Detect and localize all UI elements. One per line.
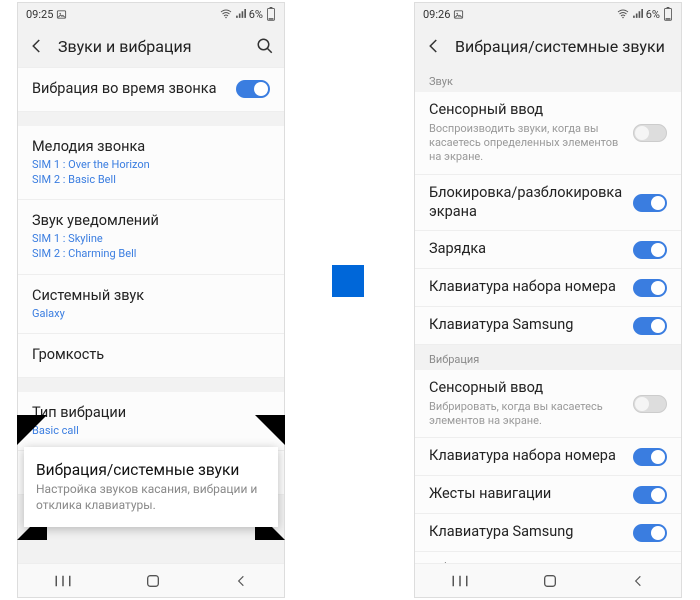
decoration — [255, 415, 285, 445]
toggle-dialpad-vibration[interactable] — [633, 448, 667, 466]
app-bar: Звуки и вибрация — [18, 25, 284, 67]
status-bar: 09:25 6% — [18, 3, 284, 25]
label: Громкость — [32, 346, 270, 365]
battery-icon — [266, 7, 276, 21]
description: Воспроизводить звуки, когда вы касаетесь… — [429, 122, 633, 165]
nav-bar — [415, 563, 681, 597]
label: Жесты навигации — [429, 485, 633, 504]
label: Сенсорный ввод — [429, 101, 633, 120]
section-vibration: Вибрация — [415, 345, 681, 370]
status-time: 09:26 — [423, 8, 450, 21]
row-touch-vibration[interactable]: Сенсорный ввод Вибрировать, когда вы кас… — [415, 370, 681, 438]
app-bar: Вибрация/системные звуки — [415, 25, 681, 67]
popup-label: Вибрация/системные звуки — [36, 461, 266, 479]
row-lock-unlock[interactable]: Блокировка/разблокировка экрана — [415, 175, 681, 232]
back-icon[interactable] — [28, 37, 46, 55]
image-icon — [453, 9, 464, 20]
toggle-samsung-keyboard-vibration[interactable] — [633, 524, 667, 542]
row-dialpad-vibration[interactable]: Клавиатура набора номера — [415, 438, 681, 476]
section-sound: Звук — [415, 67, 681, 92]
label: Тип вибрации — [32, 404, 270, 423]
toggle-touch-vibration[interactable] — [633, 395, 667, 413]
toggle-nav-gestures[interactable] — [633, 486, 667, 504]
row-volume[interactable]: Громкость — [18, 334, 284, 378]
label: Вибрация во время звонка — [32, 80, 236, 99]
image-icon — [56, 9, 67, 20]
label: Звук уведомлений — [32, 212, 270, 231]
status-bar: 09:26 6% — [415, 3, 681, 25]
toggle-samsung-keyboard[interactable] — [633, 317, 667, 335]
label: Сенсорный ввод — [429, 379, 633, 398]
toggle-touch-sound[interactable] — [633, 124, 667, 142]
sim2-value: SIM 2 : Charming Bell — [32, 247, 270, 261]
recents-icon[interactable] — [54, 574, 72, 588]
label: Блокировка/разблокировка экрана — [429, 184, 633, 222]
label: Клавиатура Samsung — [429, 316, 633, 335]
row-nav-gestures[interactable]: Жесты навигации — [415, 476, 681, 514]
value: Basic call — [32, 424, 270, 438]
label: Клавиатура Samsung — [429, 523, 633, 542]
search-icon[interactable] — [256, 37, 274, 55]
wifi-icon — [220, 9, 232, 19]
sim1-value: SIM 1 : Over the Horizon — [32, 158, 270, 172]
back-nav-icon[interactable] — [631, 574, 645, 588]
home-icon[interactable] — [542, 573, 558, 589]
home-icon[interactable] — [145, 573, 161, 589]
toggle-lock-unlock[interactable] — [633, 194, 667, 212]
label: Системный звук — [32, 287, 270, 306]
row-dialpad[interactable]: Клавиатура набора номера — [415, 269, 681, 307]
phone-left: 09:25 6% Звуки и вибрация Вибрация во вр… — [17, 2, 285, 598]
sound-list: Сенсорный ввод Воспроизводить звуки, ког… — [415, 92, 681, 345]
row-vibrate-on-call[interactable]: Вибрация во время звонка — [18, 67, 284, 112]
signal-icon — [632, 9, 643, 19]
decoration — [17, 415, 47, 445]
row-charging[interactable]: Зарядка — [415, 231, 681, 269]
row-system-sound[interactable]: Системный звук Galaxy — [18, 275, 284, 334]
label: Клавиатура набора номера — [429, 447, 633, 466]
nav-bar — [18, 563, 284, 597]
sim1-value: SIM 1 : Skyline — [32, 232, 270, 246]
toggle-vibrate-on-call[interactable] — [236, 80, 270, 98]
page-title: Вибрация/системные звуки — [455, 37, 671, 56]
description: Вибрировать, когда вы касаетесь элементо… — [429, 400, 633, 429]
row-notification-sound[interactable]: Звук уведомлений SIM 1 : Skyline SIM 2 :… — [18, 200, 284, 274]
vibration-list: Сенсорный ввод Вибрировать, когда вы кас… — [415, 370, 681, 589]
popup-desc: Настройка звуков касания, вибрации и отк… — [36, 482, 266, 513]
row-vibration-type[interactable]: Тип вибрации Basic call — [18, 392, 284, 451]
row-samsung-keyboard-vibration[interactable]: Клавиатура Samsung — [415, 514, 681, 552]
row-ringtone[interactable]: Мелодия звонка SIM 1 : Over the Horizon … — [18, 126, 284, 200]
label: Зарядка — [429, 240, 633, 259]
label: Клавиатура набора номера — [429, 278, 633, 297]
status-time: 09:25 — [26, 8, 53, 21]
signal-icon — [235, 9, 246, 19]
back-icon[interactable] — [425, 37, 443, 55]
battery-icon — [663, 7, 673, 21]
arrow-connector — [332, 265, 364, 297]
row-touch-sound[interactable]: Сенсорный ввод Воспроизводить звуки, ког… — [415, 92, 681, 175]
recents-icon[interactable] — [451, 574, 469, 588]
back-nav-icon[interactable] — [234, 574, 248, 588]
sim2-value: SIM 2 : Basic Bell — [32, 173, 270, 187]
wifi-icon — [617, 9, 629, 19]
toggle-charging[interactable] — [633, 241, 667, 259]
label: Мелодия звонка — [32, 138, 270, 157]
toggle-dialpad[interactable] — [633, 279, 667, 297]
value: Galaxy — [32, 307, 270, 321]
battery-percent: 6% — [646, 8, 660, 21]
battery-percent: 6% — [249, 8, 263, 21]
page-title: Звуки и вибрация — [58, 37, 244, 56]
row-samsung-keyboard[interactable]: Клавиатура Samsung — [415, 307, 681, 345]
popup-vibration-system-sounds[interactable]: Вибрация/системные звуки Настройка звуко… — [24, 447, 278, 527]
phone-right: 09:26 6% Вибрация/системные звуки Звук С… — [414, 2, 682, 598]
